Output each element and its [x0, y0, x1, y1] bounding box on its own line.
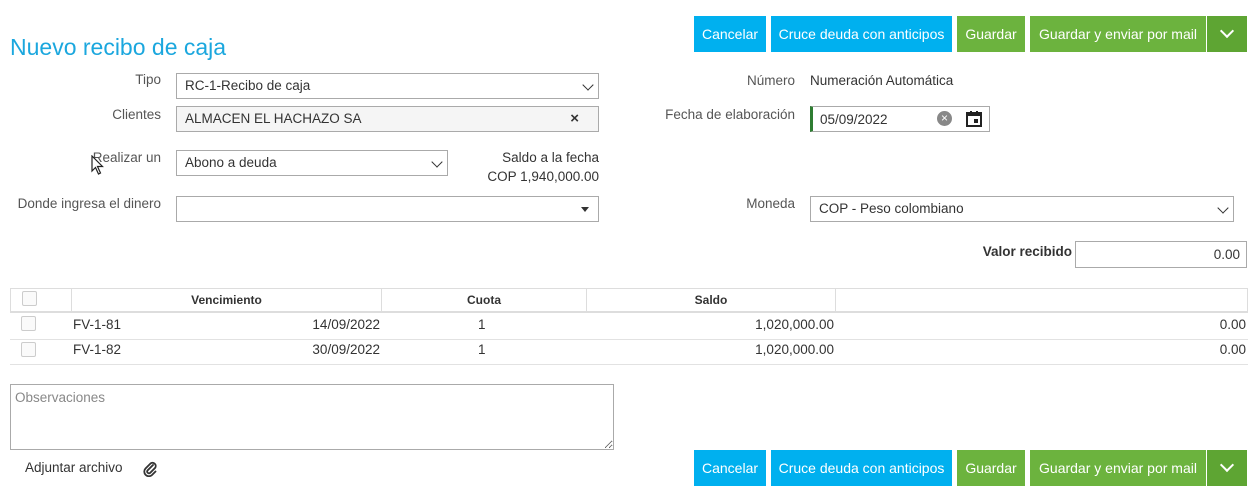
- valor-recibido-value: 0.00: [1213, 247, 1240, 262]
- select-all-checkbox[interactable]: [22, 291, 37, 306]
- chevron-down-icon: [1219, 23, 1235, 39]
- moneda-select[interactable]: COP - Peso colombiano: [810, 196, 1234, 222]
- tipo-value: RC-1-Recibo de caja: [185, 78, 311, 93]
- chevron-down-icon: [431, 156, 443, 168]
- header-cuota: Cuota: [382, 288, 587, 313]
- mouse-cursor-icon: [91, 155, 104, 175]
- donde-select[interactable]: [176, 196, 599, 222]
- valor-recibido-input[interactable]: 0.00: [1075, 241, 1247, 268]
- clientes-field[interactable]: ALMACEN EL HACHAZO SA ×: [176, 106, 599, 132]
- realizar-select[interactable]: Abono a deuda: [176, 150, 448, 176]
- row-saldo: 1,020,000.00: [755, 317, 834, 332]
- cross-debt-button[interactable]: Cruce deuda con anticipos: [771, 450, 952, 486]
- numero-value: Numeración Automática: [810, 73, 954, 88]
- row-doc: FV-1-81: [73, 317, 122, 332]
- save-and-mail-button[interactable]: Guardar y enviar por mail: [1030, 16, 1206, 52]
- clear-icon[interactable]: ×: [570, 107, 579, 131]
- row-doc: FV-1-82: [73, 342, 122, 357]
- row-checkbox[interactable]: [21, 342, 36, 357]
- save-button[interactable]: Guardar: [957, 450, 1025, 486]
- valor-recibido-label: Valor recibido: [982, 244, 1072, 259]
- observaciones-textarea[interactable]: [10, 384, 614, 450]
- page-title: Nuevo recibo de caja: [10, 34, 227, 60]
- calendar-icon[interactable]: [965, 110, 983, 128]
- row-checkbox[interactable]: [21, 316, 36, 331]
- header-vencimiento: Vencimiento: [72, 288, 382, 313]
- realizar-value: Abono a deuda: [185, 155, 277, 170]
- row-vencimiento: 30/09/2022: [312, 342, 380, 357]
- row-divider: [10, 364, 1248, 365]
- header-valor: [836, 288, 1248, 313]
- save-options-dropdown[interactable]: [1207, 16, 1247, 52]
- row-vencimiento: 14/09/2022: [312, 317, 380, 332]
- table-header-check: [10, 288, 72, 313]
- chevron-down-icon: [582, 79, 594, 91]
- saldo-label: Saldo a la fecha: [502, 150, 599, 165]
- row-cuota: 1: [478, 342, 486, 357]
- attach-label[interactable]: Adjuntar archivo: [25, 460, 123, 475]
- row-divider: [10, 339, 1248, 340]
- chevron-down-icon: [1219, 457, 1235, 473]
- numero-label: Número: [746, 73, 795, 88]
- save-and-mail-button[interactable]: Guardar y enviar por mail: [1030, 450, 1206, 486]
- cancel-button[interactable]: Cancelar: [694, 16, 766, 52]
- save-options-dropdown[interactable]: [1207, 450, 1247, 486]
- header-saldo: Saldo: [587, 288, 836, 313]
- clientes-value: ALMACEN EL HACHAZO SA: [185, 111, 362, 126]
- moneda-value: COP - Peso colombiano: [819, 201, 964, 216]
- fecha-input[interactable]: 05/09/2022 ×: [810, 106, 990, 132]
- row-valor: 0.00: [1219, 317, 1246, 332]
- cross-debt-button[interactable]: Cruce deuda con anticipos: [771, 16, 952, 52]
- saldo-value: COP 1,940,000.00: [487, 169, 599, 184]
- caret-down-icon: [581, 207, 589, 212]
- row-valor: 0.00: [1219, 342, 1246, 357]
- fecha-value: 05/09/2022: [820, 112, 888, 127]
- clear-circle-icon[interactable]: ×: [937, 111, 952, 126]
- save-button[interactable]: Guardar: [957, 16, 1025, 52]
- clientes-label: Clientes: [112, 107, 161, 122]
- tipo-label: Tipo: [135, 72, 161, 87]
- donde-label: Donde ingresa el dinero: [17, 196, 161, 211]
- paperclip-icon[interactable]: [143, 461, 157, 477]
- tipo-select[interactable]: RC-1-Recibo de caja: [176, 73, 599, 99]
- row-saldo: 1,020,000.00: [755, 342, 834, 357]
- moneda-label: Moneda: [746, 196, 795, 211]
- chevron-down-icon: [1217, 202, 1229, 214]
- fecha-label: Fecha de elaboración: [665, 107, 795, 122]
- row-cuota: 1: [478, 317, 486, 332]
- cancel-button[interactable]: Cancelar: [694, 450, 766, 486]
